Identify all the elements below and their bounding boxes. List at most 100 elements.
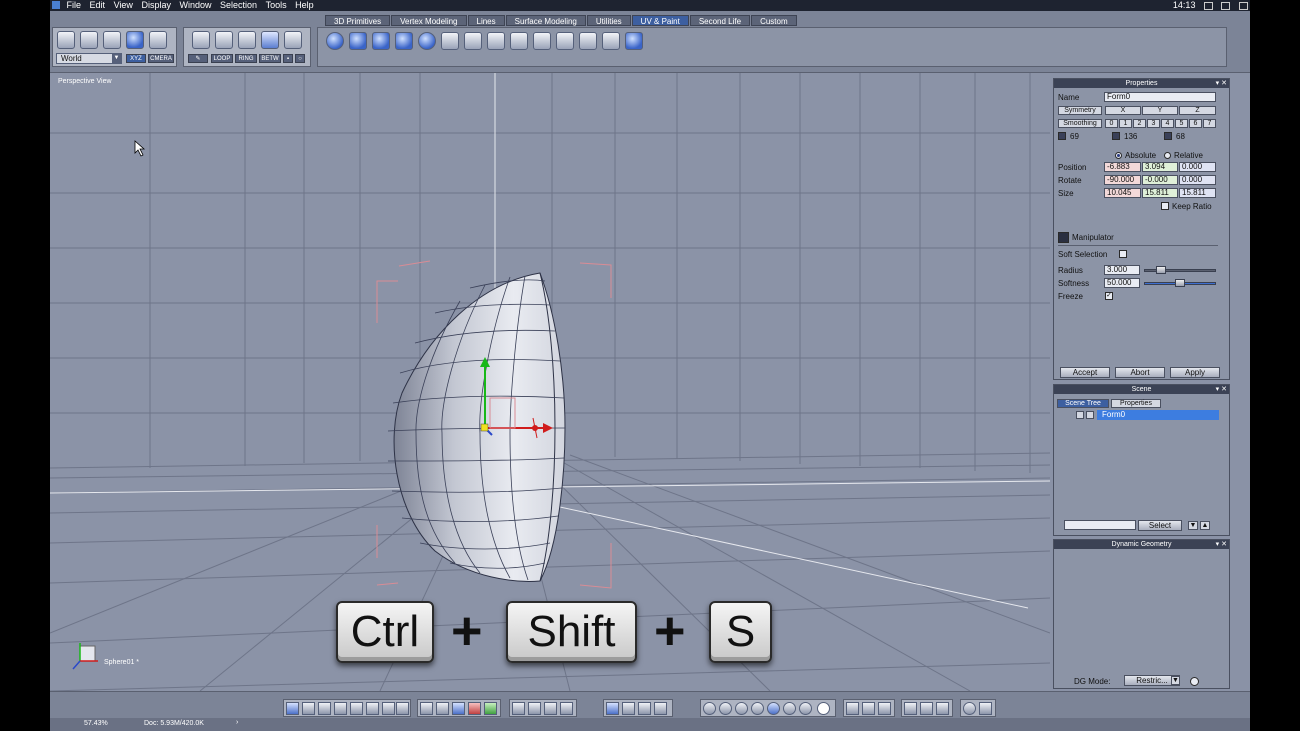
loop-button[interactable]: LOOP (211, 54, 233, 63)
uv-pack-icon[interactable] (556, 32, 574, 50)
layout-quad-icon[interactable] (302, 702, 315, 715)
scene-filter-input[interactable] (1064, 520, 1136, 530)
tab-surface-modeling[interactable]: Surface Modeling (505, 15, 586, 26)
rotate-y-field[interactable]: -0.000 (1142, 175, 1178, 185)
tab-3d-primitives[interactable]: 3D Primitives (325, 15, 391, 26)
position-z-field[interactable]: 0.000 (1179, 162, 1216, 172)
paint-globe-icon[interactable] (418, 32, 436, 50)
layout-hsplit-icon[interactable] (366, 702, 379, 715)
symmetry-x-button[interactable]: X (1105, 106, 1141, 115)
soft-selection-checkbox[interactable] (1119, 250, 1127, 258)
radius-slider[interactable] (1144, 269, 1216, 272)
between-button[interactable]: BETW (259, 54, 281, 63)
name-field[interactable]: Form0 (1104, 92, 1216, 102)
layout-single-icon[interactable] (286, 702, 299, 715)
box-map-icon[interactable] (395, 32, 413, 50)
menu-selection[interactable]: Selection (220, 0, 257, 11)
paint-select-icon[interactable] (103, 31, 121, 49)
minimize-icon[interactable] (1203, 1, 1213, 10)
menu-view[interactable]: View (114, 0, 133, 11)
wireframe-icon[interactable] (703, 702, 716, 715)
mesh-c-icon[interactable] (878, 702, 891, 715)
grid-toggle-icon[interactable]: ▪ (283, 54, 293, 63)
menu-help[interactable]: Help (295, 0, 314, 11)
relative-radio[interactable] (1164, 152, 1171, 159)
panel-close-icon[interactable]: ▾ ✕ (1216, 385, 1227, 394)
position-y-field[interactable]: 3.094 (1142, 162, 1178, 172)
flat-shade-icon[interactable] (735, 702, 748, 715)
lock-icon[interactable] (1076, 411, 1084, 419)
camera-icon[interactable] (979, 702, 992, 715)
dg-toggle-icon[interactable] (1190, 677, 1199, 686)
smoothing-0[interactable]: 0 (1105, 119, 1118, 128)
lasso-tool-icon[interactable] (80, 31, 98, 49)
tab-uv-paint[interactable]: UV & Paint (631, 15, 689, 26)
freeze-checkbox[interactable]: ✓ (1105, 292, 1113, 300)
menu-edit[interactable]: Edit (90, 0, 106, 11)
chevron-right-icon[interactable]: › (236, 719, 238, 726)
circle-toggle-icon[interactable]: ○ (295, 54, 305, 63)
layout-columns-icon[interactable] (396, 702, 409, 715)
layout-vsplit-icon[interactable] (382, 702, 395, 715)
material-icon[interactable] (468, 702, 481, 715)
tab-utilities[interactable]: Utilities (586, 15, 631, 26)
radius-field[interactable]: 3.000 (1104, 265, 1140, 275)
pen-select-icon[interactable]: ✎ (188, 54, 208, 63)
softness-field[interactable]: 50.000 (1104, 278, 1140, 288)
layout-three-icon[interactable] (334, 702, 347, 715)
drop-icon[interactable] (654, 702, 667, 715)
cylinder-map-icon[interactable] (349, 32, 367, 50)
face-mode-icon[interactable] (215, 31, 233, 49)
close-icon[interactable] (1239, 1, 1248, 10)
rotate-tool-icon[interactable] (126, 31, 144, 49)
tab-second-life[interactable]: Second Life (689, 15, 751, 26)
rotate-z-field[interactable]: 0.000 (1179, 175, 1216, 185)
texture-icon[interactable] (484, 702, 497, 715)
vertex-mode-icon[interactable] (261, 31, 279, 49)
coord-space-select[interactable]: World ▼ (56, 53, 122, 64)
texture-cube-icon[interactable] (625, 32, 643, 50)
perspective-viewport[interactable]: Perspective View Sphere01 * Ctrl + Shift… (50, 73, 1050, 691)
chevron-down-icon[interactable]: ▼ (1188, 521, 1198, 530)
render-icon[interactable] (963, 702, 976, 715)
select-tool-icon[interactable] (57, 31, 75, 49)
light-settings-icon[interactable] (936, 702, 949, 715)
eye-icon[interactable] (1086, 411, 1094, 419)
chevron-down-icon[interactable]: ▼ (1171, 676, 1180, 685)
size-y-field[interactable]: 15.811 (1142, 188, 1178, 198)
smoothing-5[interactable]: 5 (1175, 119, 1188, 128)
textured-wire-icon[interactable] (799, 702, 812, 715)
camera-toggle[interactable]: CMERA (148, 54, 174, 63)
layout-four-icon[interactable] (350, 702, 363, 715)
mesh-b-icon[interactable] (862, 702, 875, 715)
chevron-up-icon[interactable]: ▲ (1200, 521, 1210, 530)
mesh-a-icon[interactable] (846, 702, 859, 715)
seam-icon[interactable] (487, 32, 505, 50)
paint-brush-icon[interactable] (436, 702, 449, 715)
ring-button[interactable]: RING (235, 54, 257, 63)
layout-split-icon[interactable] (318, 702, 331, 715)
smoothing-6[interactable]: 6 (1189, 119, 1202, 128)
grid-view-icon[interactable] (452, 702, 465, 715)
menu-display[interactable]: Display (141, 0, 171, 11)
tab-vertex-modeling[interactable]: Vertex Modeling (391, 15, 467, 26)
apply-button[interactable]: Apply (1170, 367, 1220, 378)
softness-slider-knob[interactable] (1175, 279, 1185, 287)
accept-button[interactable]: Accept (1060, 367, 1110, 378)
object-mode-icon[interactable] (192, 31, 210, 49)
abort-button[interactable]: Abort (1115, 367, 1165, 378)
rotate-x-field[interactable]: -90.000 (1104, 175, 1141, 185)
all-mode-icon[interactable] (284, 31, 302, 49)
keep-ratio-checkbox[interactable] (1161, 202, 1169, 210)
unfold-icon[interactable] (464, 32, 482, 50)
uv-relax-icon[interactable] (533, 32, 551, 50)
uv-edit-icon[interactable] (510, 32, 528, 50)
walk-icon[interactable] (638, 702, 651, 715)
fit-view-icon[interactable] (512, 702, 525, 715)
select-button[interactable]: Select (1138, 520, 1182, 531)
zoom-icon[interactable] (544, 702, 557, 715)
textured-icon[interactable] (783, 702, 796, 715)
panel-close-icon[interactable]: ▾ ✕ (1216, 79, 1227, 88)
tab-custom[interactable]: Custom (751, 15, 797, 26)
shield-icon[interactable] (904, 702, 917, 715)
